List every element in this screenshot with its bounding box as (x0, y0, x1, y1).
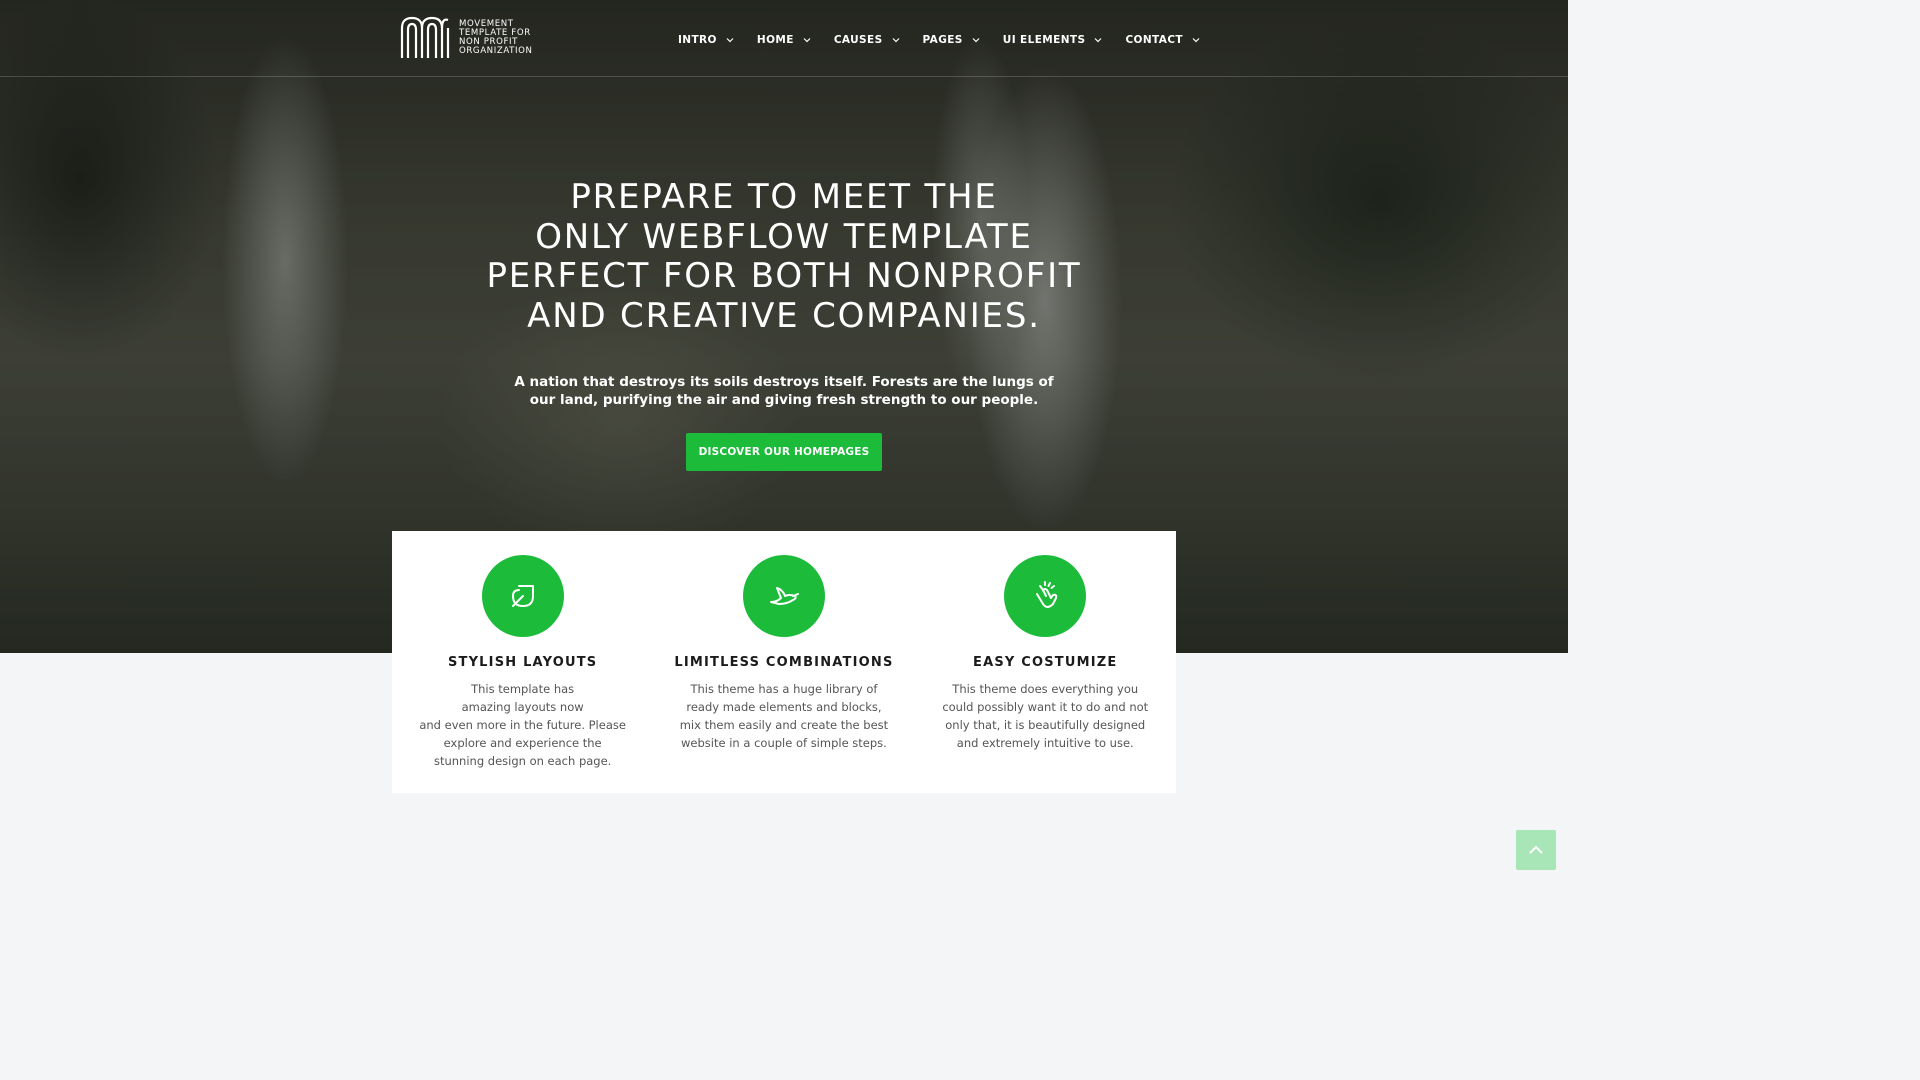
nav-item-causes[interactable]: CAUSES (834, 34, 900, 46)
logo-mark-icon (400, 16, 450, 58)
feature-limitless-combinations: LIMITLESS COMBINATIONS This theme has a … (653, 531, 914, 793)
feature-text: This theme has a huge library of ready m… (679, 682, 889, 750)
nav-label: CONTACT (1125, 34, 1183, 46)
finger-snap-icon (1036, 581, 1058, 608)
feature-title: LIMITLESS COMBINATIONS (674, 655, 894, 670)
dove-icon (769, 587, 799, 605)
nav-item-ui-elements[interactable]: UI ELEMENTS (1003, 34, 1103, 46)
logo[interactable]: MOVEMENT TEMPLATE FOR NON PROFIT ORGANIZ… (400, 16, 533, 60)
nav-item-home[interactable]: HOME (757, 34, 811, 46)
feature-text: This template has amazing layouts now an… (419, 682, 626, 768)
feature-title: EASY COSTUMIZE (972, 655, 1118, 670)
feature-stylish-layouts: STYLISH LAYOUTS This template has amazin… (392, 531, 653, 793)
nav-item-contact[interactable]: CONTACT (1125, 34, 1200, 46)
nav-item-pages[interactable]: PAGES (923, 34, 980, 46)
chevron-down-icon (1095, 38, 1102, 43)
nav-item-intro[interactable]: INTRO (678, 34, 734, 46)
feature-title: STYLISH LAYOUTS (447, 655, 598, 670)
feature-easy-costumize: EASY COSTUMIZE This theme does everythin… (915, 531, 1176, 793)
hero-title: PREPARE TO MEET THE ONLY WEBFLOW TEMPLAT… (486, 177, 1082, 336)
feature-text: This theme does everything you could pos… (942, 682, 1149, 750)
nav-label: UI ELEMENTS (1002, 34, 1086, 46)
chevron-down-icon (892, 38, 899, 43)
nav-label: INTRO (678, 34, 717, 46)
feature-icon-circle (742, 555, 825, 637)
discover-homepages-button[interactable]: DISCOVER OUR HOMEPAGES (686, 433, 882, 471)
chevron-up-icon (1529, 845, 1543, 854)
chevron-down-icon (726, 38, 734, 43)
nav-label: PAGES (922, 34, 963, 46)
hero-subtitle: A nation that destroys its soils destroy… (514, 374, 1054, 408)
back-to-top-button[interactable] (1516, 830, 1556, 870)
chevron-down-icon (803, 38, 811, 43)
chevron-down-icon (1192, 38, 1200, 43)
navbar: MOVEMENT TEMPLATE FOR NON PROFIT ORGANIZ… (0, 0, 1568, 77)
feature-icon-circle (1004, 555, 1087, 637)
feature-icon-circle (481, 555, 564, 637)
features-panel: STYLISH LAYOUTS This template has amazin… (392, 531, 1176, 793)
leaf-icon (511, 585, 534, 607)
nav-label: HOME (756, 34, 794, 46)
nav-menu: INTRO HOME CAUSES PAGES UI ELEMENTS CONT… (678, 34, 1223, 46)
chevron-down-icon (972, 38, 980, 43)
logo-text: MOVEMENT TEMPLATE FOR NON PROFIT ORGANIZ… (459, 18, 533, 57)
nav-label: CAUSES (833, 34, 883, 46)
hero-content: PREPARE TO MEET THE ONLY WEBFLOW TEMPLAT… (0, 177, 1568, 471)
